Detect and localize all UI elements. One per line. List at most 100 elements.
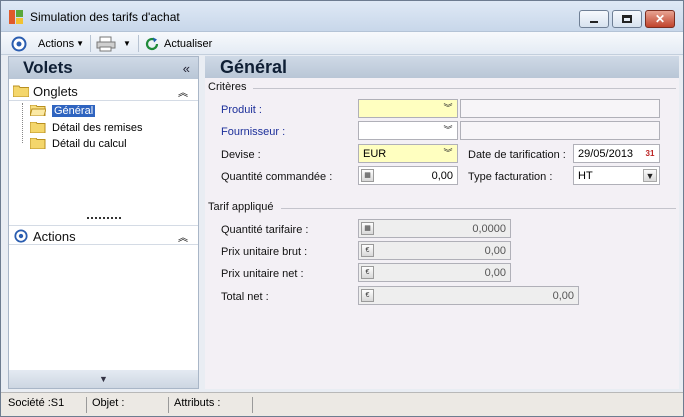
close-icon: ✕ (654, 12, 666, 26)
chevron-double-down-icon[interactable]: ︾ (441, 147, 455, 160)
prix-unitaire-net-value: 0,00 (484, 267, 506, 279)
chevron-double-down-icon[interactable]: ︾ (441, 102, 455, 115)
onglets-label: Onglets (33, 84, 78, 99)
title-bar[interactable]: Simulation des tarifs d'achat ✕ (1, 1, 683, 32)
produit-field[interactable]: ︾ (358, 99, 458, 118)
quantite-tarifaire-label: Quantité tarifaire : (221, 224, 309, 236)
euro-icon: € (361, 244, 374, 257)
tree-item-label: Détail des remises (52, 121, 143, 134)
type-facturation-select[interactable]: HT ▼ (573, 166, 660, 185)
status-objet: Objet : (89, 397, 169, 413)
prix-unitaire-net-field: € 0,00 (358, 263, 511, 282)
minimize-icon (590, 21, 598, 23)
actions-section-label: Actions (33, 229, 76, 244)
main-panel: Général Critères Produit : ︾ Fournisseur… (205, 56, 679, 389)
volets-title: Volets (23, 58, 73, 77)
side-panel: Volets « Onglets ︽ Général Détail des re… (8, 56, 199, 389)
date-tarification-value: 29/05/2013 (578, 148, 634, 160)
folder-icon (30, 122, 46, 133)
tree-item-detail-calcul[interactable]: Détail du calcul (30, 136, 127, 151)
fournisseur-description-field (460, 121, 660, 140)
type-facturation-label: Type facturation : (468, 171, 553, 183)
scroll-down-button[interactable]: ▼ (9, 370, 198, 388)
refresh-button[interactable]: Actualiser (144, 35, 212, 52)
open-folder-icon (30, 105, 46, 116)
divider (253, 88, 676, 89)
main-header: Général (205, 56, 679, 78)
type-facturation-value: HT (578, 170, 593, 182)
print-button[interactable]: ▼ (96, 35, 131, 52)
euro-icon: € (361, 266, 374, 279)
application-window: Simulation des tarifs d'achat ✕ Actions … (0, 0, 684, 417)
folder-icon (30, 138, 46, 149)
prix-unitaire-net-label: Prix unitaire net : (221, 268, 304, 280)
collapse-panel-icon[interactable]: « (183, 61, 190, 76)
chevron-down-icon: ▼ (76, 39, 84, 48)
total-net-label: Total net : (221, 291, 269, 303)
status-empty (255, 397, 679, 413)
quantite-tarifaire-field: ▦ 0,0000 (358, 219, 511, 238)
devise-field[interactable]: EUR ︾ (358, 144, 458, 163)
total-net-field: € 0,00 (358, 286, 579, 305)
app-icon (9, 10, 23, 24)
tree-item-label: Détail du calcul (52, 137, 127, 150)
page-title: Général (220, 57, 288, 77)
refresh-icon (145, 37, 159, 50)
chevron-up-icon[interactable]: ︽ (178, 84, 188, 99)
toolbar-separator (138, 35, 139, 52)
maximize-button[interactable] (612, 10, 642, 28)
printer-icon (96, 36, 116, 51)
tree-item-general[interactable]: Général (30, 103, 96, 118)
quantite-commandee-label: Quantité commandée : (221, 171, 333, 183)
window-title: Simulation des tarifs d'achat (30, 10, 180, 24)
tree-item-detail-remises[interactable]: Détail des remises (30, 120, 142, 135)
date-tarification-field[interactable]: 29/05/2013 31 (573, 144, 660, 163)
tree-lines (22, 103, 30, 143)
total-net-value: 0,00 (552, 290, 574, 302)
quantite-commandee-field[interactable]: ▦ 0,00 (358, 166, 458, 185)
euro-icon: € (361, 289, 374, 302)
status-attributs: Attributs : (171, 397, 253, 413)
panel-splitter[interactable] (87, 217, 121, 219)
date-tarification-label: Date de tarification : (468, 149, 566, 161)
prix-unitaire-brut-field: € 0,00 (358, 241, 511, 260)
calculator-icon[interactable]: ▦ (361, 169, 374, 182)
minimize-button[interactable] (579, 10, 609, 28)
prix-unitaire-brut-value: 0,00 (484, 245, 506, 257)
chevron-down-icon: ▼ (99, 374, 108, 384)
status-bar: Société :S1 Objet : Attributs : (1, 392, 683, 416)
tree-item-label: Général (52, 104, 96, 117)
toolbar: Actions ▼ ▼ Actualiser (1, 32, 683, 55)
folder-icon (13, 85, 29, 97)
calculator-icon: ▦ (361, 222, 374, 235)
devise-label: Devise : (221, 149, 261, 161)
calendar-icon[interactable]: 31 (643, 147, 657, 160)
fournisseur-field[interactable]: ︾ (358, 121, 458, 140)
refresh-label: Actualiser (164, 37, 213, 50)
quantite-tarifaire-value: 0,0000 (472, 223, 506, 235)
actions-icon (14, 229, 28, 243)
fournisseur-label: Fournisseur : (221, 126, 286, 138)
prix-unitaire-brut-label: Prix unitaire brut : (221, 246, 308, 258)
produit-label: Produit : (221, 104, 262, 116)
status-societe: Société :S1 (5, 397, 87, 413)
actions-icon (11, 36, 27, 51)
produit-description-field (460, 99, 660, 118)
tarif-applique-group-label: Tarif appliqué (208, 201, 274, 213)
actions-section-header[interactable]: Actions ︽ (9, 225, 198, 245)
criteres-group-label: Critères (208, 81, 247, 93)
actions-menu-button[interactable]: Actions ▼ (11, 35, 84, 52)
volets-header: Volets « (9, 57, 198, 79)
close-button[interactable]: ✕ (645, 10, 675, 28)
chevron-down-icon: ▼ (123, 39, 131, 48)
chevron-double-down-icon[interactable]: ︾ (441, 124, 455, 137)
devise-value: EUR (363, 148, 387, 160)
chevron-down-icon[interactable]: ▼ (643, 169, 657, 182)
actions-label: Actions (38, 37, 75, 50)
chevron-up-icon[interactable]: ︽ (178, 229, 188, 244)
quantite-commandee-value: 0,00 (431, 170, 453, 182)
maximize-icon (622, 15, 632, 23)
divider (281, 208, 676, 209)
onglets-section-header[interactable]: Onglets ︽ (9, 81, 198, 101)
toolbar-separator (90, 35, 91, 52)
